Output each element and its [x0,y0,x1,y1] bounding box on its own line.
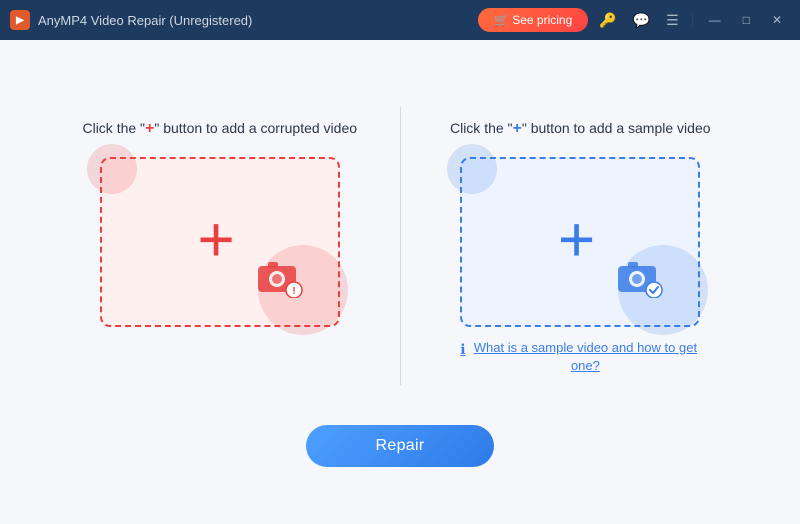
close-button[interactable]: ✕ [764,11,790,29]
sample-camera-icon [614,254,668,303]
key-icon-button[interactable]: 🔑 [594,10,621,31]
corrupted-video-panel: Click the "+" button to add a corrupted … [40,97,400,347]
sample-help-link[interactable]: ℹ What is a sample video and how to get … [460,339,700,375]
sample-plus-text: + [513,120,522,137]
corrupted-plus-text: + [145,120,154,137]
chat-icon-button[interactable]: 💬 [628,10,655,31]
app-title: AnyMP4 Video Repair (Unregistered) [38,13,252,28]
corrupted-plus-icon: + [197,207,234,271]
sample-video-panel: Click the "+" button to add a sample vid… [401,97,761,395]
help-link-text: What is a sample video and how to get on… [471,339,701,375]
deco-circle-red-2 [87,144,137,194]
app-icon: ▶ [10,10,30,30]
repair-button-wrap: Repair [306,425,495,467]
sample-plus-icon: + [558,207,595,271]
repair-button[interactable]: Repair [306,425,495,467]
title-bar: ▶ AnyMP4 Video Repair (Unregistered) 🛒 S… [0,0,800,40]
svg-text:!: ! [292,286,295,297]
maximize-button[interactable]: □ [735,11,758,29]
corrupted-upload-box[interactable]: + ! [100,157,340,327]
sample-upload-box[interactable]: + [460,157,700,327]
menu-icon-button[interactable]: ☰ [661,10,684,31]
panels-row: Click the "+" button to add a corrupted … [40,97,760,395]
sample-instruction: Click the "+" button to add a sample vid… [450,117,711,141]
title-divider [692,12,693,28]
title-bar-left: ▶ AnyMP4 Video Repair (Unregistered) [10,10,478,30]
corrupted-instruction: Click the "+" button to add a corrupted … [82,117,357,141]
title-bar-center: 🛒 See pricing 🔑 💬 ☰ — □ ✕ [478,8,790,32]
see-pricing-button[interactable]: 🛒 See pricing [478,8,588,32]
help-circle-icon: ℹ [460,340,465,360]
minimize-button[interactable]: — [701,11,729,29]
corrupted-camera-icon: ! [254,254,308,303]
deco-circle-blue-2 [447,144,497,194]
main-content: Click the "+" button to add a corrupted … [0,40,800,524]
